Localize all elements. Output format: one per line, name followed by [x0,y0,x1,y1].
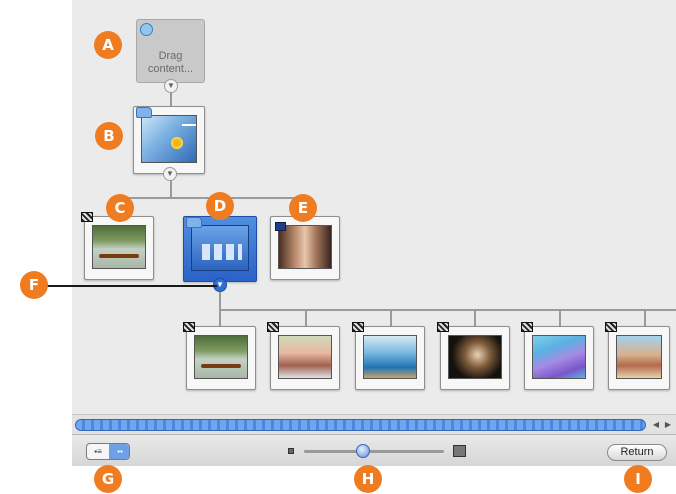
drop-node-text-line1: Drag [158,50,183,62]
movie-clapper-icon [267,322,279,332]
scroll-left-arrow-icon[interactable]: ◀ [650,419,662,431]
disclosure-triangle-icon[interactable]: ▼ [164,79,178,93]
kids-thumbnail [278,335,332,379]
canoe-thumbnail [194,335,248,379]
movie-clapper-icon [437,322,449,332]
connector-line [219,291,221,310]
list-view-icon[interactable]: ▪≡ [87,444,109,459]
movie-clapper-icon [521,322,533,332]
movie-node-1[interactable] [183,322,256,390]
connector-line [219,309,676,311]
callout-e: E [289,194,317,222]
movie-clapper-icon [352,322,364,332]
callout-c: C [106,194,134,222]
movie-node-4[interactable] [437,322,510,390]
family-beach-thumbnail [616,335,662,379]
connector-line [390,309,392,326]
return-button[interactable]: Return [607,444,667,461]
bottom-toolbar: ▪≡ ▪▪ Return [72,434,676,466]
zoom-small-icon [288,448,294,454]
canoe-thumbnail [92,225,146,269]
callout-g: G [94,465,122,493]
scroll-right-arrow-icon[interactable]: ▶ [662,419,674,431]
dvd-map-view: Drag content... ▼ ▼ ▼ ◀ ▶ ▪≡ ▪▪ Return A… [0,0,676,494]
view-toggle[interactable]: ▪≡ ▪▪ [86,443,130,460]
movie-clapper-icon [183,322,195,332]
connector-line [305,309,307,326]
movie-node-5[interactable] [521,322,594,390]
connector-line [170,180,172,198]
autoplay-drop-node[interactable]: Drag content... [136,19,205,83]
folder-icon [186,217,202,228]
connector-line [474,309,476,326]
pool-float-thumbnail [532,335,586,379]
callout-b: B [95,122,123,150]
canoe-image [99,254,139,258]
callout-d: D [206,192,234,220]
main-menu-thumbnail [141,115,197,163]
callout-i: I [624,465,652,493]
callout-f: F [20,271,48,299]
submenu-node-selected[interactable] [183,216,257,282]
beach-thumbnail [363,335,417,379]
canoe-image [201,364,241,368]
callout-a: A [94,31,122,59]
slideshow-thumbnail [278,225,332,269]
movie-clapper-icon [605,322,617,332]
scroll-thumb[interactable] [75,419,646,431]
slideshow-node[interactable] [270,216,340,280]
movie-node-6[interactable] [605,322,670,390]
map-view-icon[interactable]: ▪▪ [109,444,129,459]
autoplay-icon [140,23,153,36]
zoom-slider-track[interactable] [304,450,444,453]
callout-h: H [354,465,382,493]
movie-node-3[interactable] [352,322,425,390]
disclosure-triangle-icon[interactable]: ▼ [163,167,177,181]
submenu-grid [202,244,242,260]
main-menu-node[interactable] [133,106,205,174]
menu-text-lines [182,124,196,126]
connector-line [559,309,561,326]
birthday-thumbnail [448,335,502,379]
zoom-large-icon [453,445,466,457]
submenu-thumbnail [191,225,249,271]
slideshow-icon [275,222,286,231]
movie-clapper-icon [81,212,93,222]
zoom-slider-knob[interactable] [356,444,370,458]
horizontal-scrollbar[interactable]: ◀ ▶ [72,414,676,434]
connector-line [219,309,221,326]
drop-node-text-line2: content... [147,63,194,75]
movie-node-2[interactable] [267,322,340,390]
connector-line [644,309,646,326]
flower-image [170,136,184,150]
callout-f-pointer-line [42,285,217,287]
folder-icon [136,107,152,118]
movie-node[interactable] [81,212,154,280]
